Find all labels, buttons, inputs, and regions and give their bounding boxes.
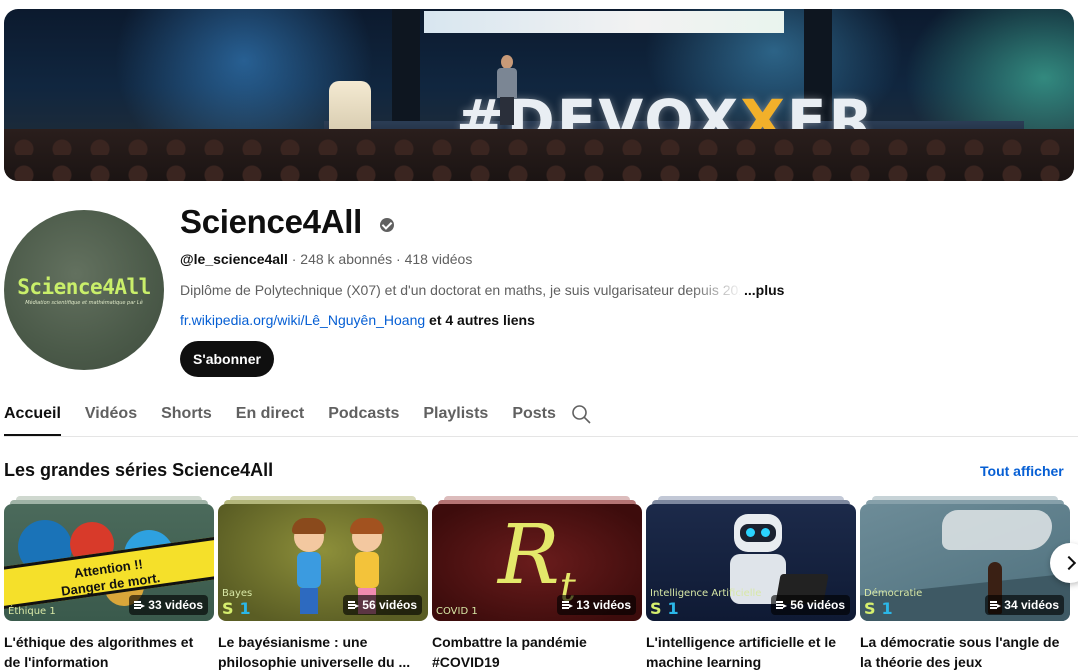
- playlist-icon: [776, 601, 788, 609]
- subscriber-count: 248 k abonnés: [300, 251, 393, 267]
- tab-posts[interactable]: Posts: [512, 402, 556, 436]
- playlist-thumbnail[interactable]: Intelligence Artificielle S1 56 vidéos: [646, 504, 856, 621]
- banner-cake: [329, 81, 371, 133]
- series-label: COVID 1: [436, 606, 478, 617]
- playlist-thumbnail[interactable]: Rt COVID 1 13 vidéos: [432, 504, 642, 621]
- banner-audience: [4, 129, 1074, 181]
- subscribe-button[interactable]: S'abonner: [180, 341, 274, 377]
- video-count-badge: 13 vidéos: [557, 595, 636, 615]
- series-label: Éthique 1: [8, 606, 56, 617]
- channel-meta: @le_science4all · 248 k abonnés · 418 vi…: [180, 251, 473, 267]
- video-count: 418 vidéos: [404, 251, 473, 267]
- channel-handle: @le_science4all: [180, 251, 288, 267]
- channel-links: fr.wikipedia.org/wiki/Lê_Nguyên_Hoang et…: [180, 312, 535, 328]
- verified-check-icon: [380, 218, 394, 232]
- playlist-title[interactable]: Combattre la pandémie #COVID19: [432, 632, 637, 672]
- series-logo: S1: [864, 599, 893, 618]
- playlist-title[interactable]: La démocratie sous l'angle de la théorie…: [860, 632, 1065, 672]
- tabs-divider: [4, 436, 1078, 437]
- playlist-title[interactable]: L'intelligence artificielle et le machin…: [646, 632, 851, 672]
- series-label: Démocratie: [864, 588, 923, 599]
- tab-videos[interactable]: Vidéos: [85, 402, 137, 436]
- playlist-thumbnail[interactable]: Attention !! Danger de mort. Éthique 1 33…: [4, 504, 214, 621]
- section-title: Les grandes séries Science4All: [4, 460, 274, 480]
- series-label: Bayes: [222, 588, 253, 599]
- banner-speaker: [494, 55, 520, 125]
- series-logo: S1: [650, 599, 679, 618]
- channel-link-wikipedia[interactable]: fr.wikipedia.org/wiki/Lê_Nguyên_Hoang: [180, 312, 425, 328]
- playlist-icon: [134, 601, 146, 609]
- playlist-thumbnail[interactable]: Bayes S1 56 vidéos: [218, 504, 428, 621]
- video-count-badge: 56 vidéos: [343, 595, 422, 615]
- playlist-title[interactable]: L'éthique des algorithmes et de l'inform…: [4, 632, 209, 672]
- search-icon[interactable]: [571, 404, 591, 424]
- playlist-icon: [990, 601, 1002, 609]
- channel-avatar[interactable]: Science4All Médiation scientifique et ma…: [4, 210, 164, 370]
- channel-name: Science4All: [180, 203, 362, 240]
- tab-playlists[interactable]: Playlists: [423, 402, 488, 436]
- channel-other-links[interactable]: et 4 autres liens: [429, 312, 535, 328]
- playlist-thumbnail[interactable]: Démocratie S1 34 vidéos: [860, 504, 1070, 621]
- tab-accueil[interactable]: Accueil: [4, 402, 61, 436]
- robot-illustration: [734, 514, 782, 552]
- description-more-link[interactable]: ...plus: [744, 282, 784, 298]
- playlist-icon: [562, 601, 574, 609]
- playlist-icon: [348, 601, 360, 609]
- channel-tabs: Accueil Vidéos Shorts En direct Podcasts…: [4, 402, 580, 436]
- channel-description[interactable]: Diplôme de Polytechnique (X07) et d'un d…: [180, 282, 740, 298]
- tab-shorts[interactable]: Shorts: [161, 402, 212, 436]
- tab-en-direct[interactable]: En direct: [236, 402, 304, 436]
- video-count-badge: 34 vidéos: [985, 595, 1064, 615]
- show-all-link[interactable]: Tout afficher: [980, 463, 1064, 479]
- series-label: Intelligence Artificielle: [650, 588, 762, 599]
- avatar-tagline: Médiation scientifique et mathématique p…: [25, 299, 143, 306]
- video-count-badge: 33 vidéos: [129, 595, 208, 615]
- tab-podcasts[interactable]: Podcasts: [328, 402, 399, 436]
- avatar-logo-text: Science4All: [17, 274, 151, 299]
- banner-screen: [424, 11, 784, 33]
- channel-banner: #DEVOXXFR: [4, 9, 1074, 181]
- video-count-badge: 56 vidéos: [771, 595, 850, 615]
- series-logo: S1: [222, 599, 251, 618]
- description-fade: [690, 280, 744, 300]
- playlist-title[interactable]: Le bayésianisme : une philosophie univer…: [218, 632, 423, 672]
